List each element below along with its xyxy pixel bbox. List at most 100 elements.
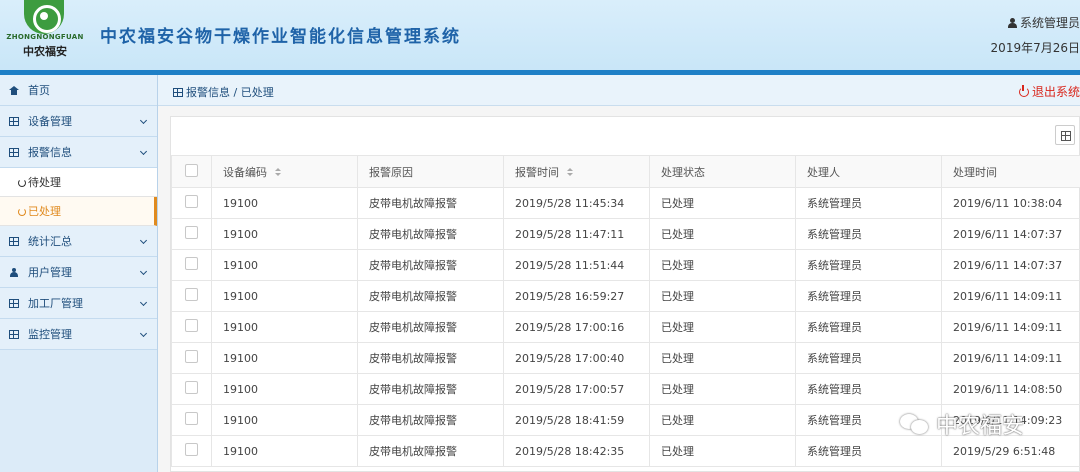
- sidebar-item-monitoring[interactable]: 监控管理: [0, 319, 157, 350]
- cell-status: 已处理: [649, 218, 796, 250]
- cell-handle-time: 2019/6/11 14:07:37: [941, 249, 1080, 281]
- row-checkbox[interactable]: [185, 319, 198, 332]
- logo: ZHONGNONGFUAN 中农福安: [2, 0, 86, 62]
- sidebar-item-label: 监控管理: [28, 328, 72, 341]
- app-header: ZHONGNONGFUAN 中农福安 中农福安谷物干燥作业智能化信息管理系统 系…: [0, 0, 1080, 70]
- cell-device-code: 19100: [211, 311, 358, 343]
- logo-emblem-icon: [24, 0, 64, 34]
- cell-device-code: 19100: [211, 249, 358, 281]
- grid-icon: [9, 148, 19, 157]
- cell-device-code: 19100: [211, 342, 358, 374]
- user-icon: [1007, 18, 1017, 28]
- table-row[interactable]: 19100 皮带电机故障报警 2019/5/28 11:51:44 已处理 系统管理员 2…: [171, 249, 1080, 281]
- cell-alarm-reason: 皮带电机故障报警: [357, 435, 504, 467]
- cell-status: 已处理: [649, 373, 796, 405]
- grid-icon: [9, 237, 19, 246]
- select-all-checkbox[interactable]: [185, 163, 198, 177]
- cell-handle-time: 2019/6/11 14:09:11: [941, 280, 1080, 312]
- watermark: 中农福安: [900, 408, 1024, 444]
- cell-alarm-reason: 皮带电机故障报警: [357, 187, 504, 219]
- row-select-cell: [171, 311, 212, 343]
- grid-icon: [9, 299, 19, 308]
- row-checkbox[interactable]: [185, 195, 198, 208]
- cell-handler: 系统管理员: [795, 218, 942, 250]
- cell-alarm-time: 2019/5/28 11:47:11: [503, 218, 650, 250]
- home-icon: [9, 86, 19, 95]
- current-date: 2019年7月26日: [990, 41, 1080, 55]
- table-row[interactable]: 19100 皮带电机故障报警 2019/5/28 16:59:27 已处理 系统管理员 2…: [171, 280, 1080, 312]
- refresh-icon: [18, 179, 26, 187]
- table-row[interactable]: 19100 皮带电机故障报警 2019/5/28 11:47:11 已处理 系统管理员 2…: [171, 218, 1080, 250]
- column-toggle-button[interactable]: [1055, 125, 1075, 145]
- cell-alarm-time: 2019/5/28 18:42:35: [503, 435, 650, 467]
- sidebar-item-label: 加工厂管理: [28, 297, 83, 310]
- table-header-row: 设备编码 报警原因 报警时间 处理状态 处理人 处理时间: [171, 155, 1080, 188]
- select-all-cell: [171, 155, 212, 188]
- table-row[interactable]: 19100 皮带电机故障报警 2019/5/28 17:00:57 已处理 系统管理员 2…: [171, 373, 1080, 405]
- row-checkbox[interactable]: [185, 226, 198, 239]
- cell-alarm-time: 2019/5/28 16:59:27: [503, 280, 650, 312]
- logout-label: 退出系统: [1031, 85, 1080, 99]
- sidebar-item-label: 首页: [28, 84, 50, 97]
- row-checkbox[interactable]: [185, 443, 198, 456]
- sort-icon[interactable]: [275, 167, 281, 177]
- column-header-alarm-time[interactable]: 报警时间: [503, 155, 650, 188]
- cell-handle-time: 2019/6/11 10:38:04: [941, 187, 1080, 219]
- cell-alarm-reason: 皮带电机故障报警: [357, 311, 504, 343]
- sidebar-item-device-management[interactable]: 设备管理: [0, 106, 157, 137]
- sidebar-item-alarm-info[interactable]: 报警信息: [0, 137, 157, 168]
- current-user[interactable]: 系统管理员: [1007, 14, 1080, 31]
- chevron-down-icon: [139, 298, 148, 307]
- table-row[interactable]: 19100 皮带电机故障报警 2019/5/28 11:45:34 已处理 系统管理员 2…: [171, 187, 1080, 219]
- breadcrumb-current: 已处理: [240, 86, 274, 99]
- refresh-icon: [18, 208, 26, 216]
- sidebar-subitem-processed[interactable]: 已处理: [0, 197, 157, 226]
- sidebar-item-user-management[interactable]: 用户管理: [0, 257, 157, 288]
- sidebar: 首页 设备管理 报警信息 待处理 已处理 统计汇总 用户管理 加工厂管理 监控管…: [0, 75, 158, 472]
- table-row[interactable]: 19100 皮带电机故障报警 2019/5/28 17:00:16 已处理 系统管理员 2…: [171, 311, 1080, 343]
- cell-status: 已处理: [649, 435, 796, 467]
- cell-status: 已处理: [649, 311, 796, 343]
- cell-handler: 系统管理员: [795, 187, 942, 219]
- row-select-cell: [171, 187, 212, 219]
- sidebar-item-factory-management[interactable]: 加工厂管理: [0, 288, 157, 319]
- system-title: 中农福安谷物干燥作业智能化信息管理系统: [100, 27, 461, 47]
- cell-device-code: 19100: [211, 187, 358, 219]
- sidebar-subitem-label: 已处理: [28, 205, 61, 218]
- sidebar-item-statistics[interactable]: 统计汇总: [0, 226, 157, 257]
- column-header-alarm-reason: 报警原因: [357, 155, 504, 188]
- cell-status: 已处理: [649, 187, 796, 219]
- table-toolbar: [171, 117, 1079, 155]
- logout-button[interactable]: 退出系统: [1018, 83, 1080, 100]
- sort-icon[interactable]: [567, 167, 573, 177]
- cell-alarm-reason: 皮带电机故障报警: [357, 373, 504, 405]
- cell-handler: 系统管理员: [795, 249, 942, 281]
- row-checkbox[interactable]: [185, 350, 198, 363]
- chevron-down-icon: [139, 147, 148, 156]
- row-select-cell: [171, 435, 212, 467]
- breadcrumb-parent[interactable]: 报警信息: [186, 86, 230, 99]
- chevron-down-icon: [139, 236, 148, 245]
- cell-alarm-time: 2019/5/28 17:00:40: [503, 342, 650, 374]
- sidebar-subitem-pending[interactable]: 待处理: [0, 168, 157, 197]
- column-header-device-code[interactable]: 设备编码: [211, 155, 358, 188]
- row-checkbox[interactable]: [185, 288, 198, 301]
- cell-device-code: 19100: [211, 435, 358, 467]
- cell-handler: 系统管理员: [795, 280, 942, 312]
- cell-handle-time: 2019/6/11 14:09:11: [941, 342, 1080, 374]
- cell-alarm-time: 2019/5/28 17:00:57: [503, 373, 650, 405]
- table-row[interactable]: 19100 皮带电机故障报警 2019/5/28 17:00:40 已处理 系统管理员 2…: [171, 342, 1080, 374]
- row-checkbox[interactable]: [185, 412, 198, 425]
- cell-device-code: 19100: [211, 218, 358, 250]
- cell-status: 已处理: [649, 249, 796, 281]
- row-checkbox[interactable]: [185, 381, 198, 394]
- cell-device-code: 19100: [211, 404, 358, 436]
- grid-icon: [173, 88, 183, 97]
- sidebar-item-home[interactable]: 首页: [0, 75, 157, 106]
- cell-device-code: 19100: [211, 280, 358, 312]
- breadcrumb-bar: 报警信息 / 已处理 退出系统: [158, 75, 1080, 106]
- chevron-down-icon: [139, 116, 148, 125]
- grid-icon: [9, 117, 19, 126]
- row-checkbox[interactable]: [185, 257, 198, 270]
- cell-handler: 系统管理员: [795, 311, 942, 343]
